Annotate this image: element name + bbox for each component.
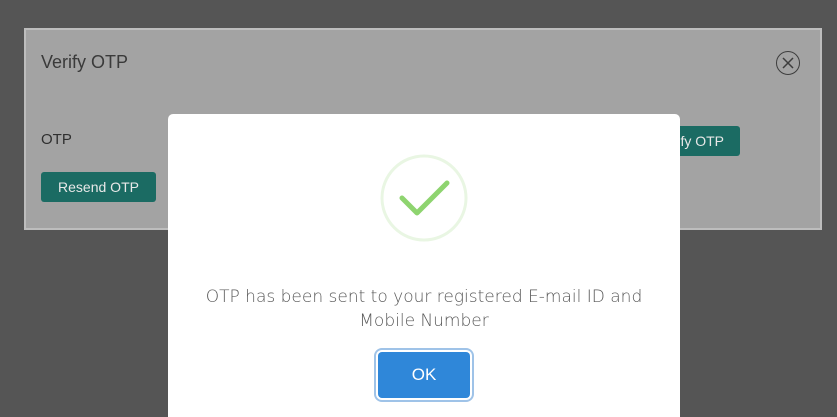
close-button[interactable] bbox=[776, 51, 800, 75]
ok-button[interactable]: OK bbox=[378, 352, 470, 398]
otp-field-label: OTP bbox=[41, 131, 72, 148]
close-circle-icon bbox=[782, 57, 794, 69]
success-check-icon bbox=[380, 154, 468, 242]
resend-otp-button[interactable]: Resend OTP bbox=[41, 172, 156, 202]
otp-sent-alert: OTP has been sent to your registered E-m… bbox=[168, 114, 680, 417]
modal-title: Verify OTP bbox=[41, 52, 129, 72]
alert-message: OTP has been sent to your registered E-m… bbox=[205, 287, 643, 331]
